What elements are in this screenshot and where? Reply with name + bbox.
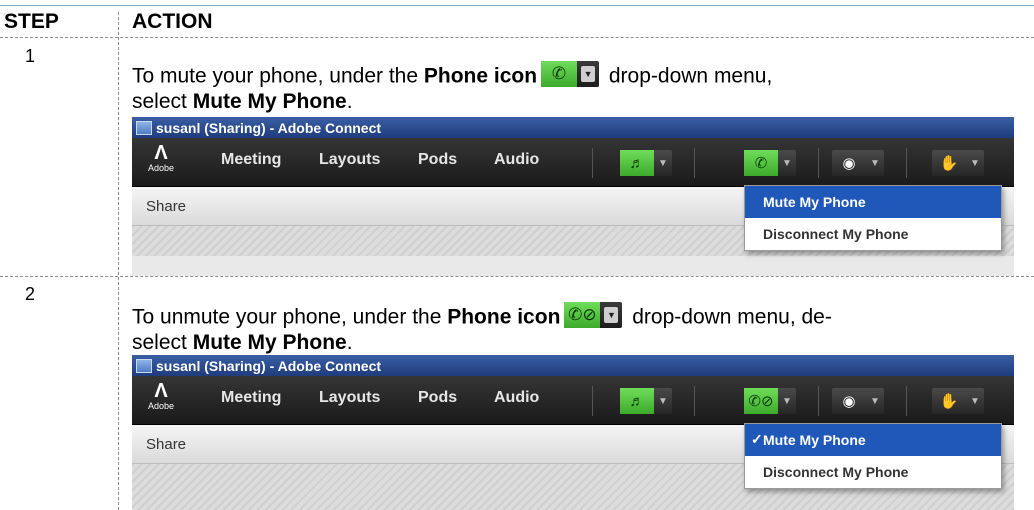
instruction-text: To mute your phone, under the bbox=[132, 64, 424, 88]
phone-icon: ✆ bbox=[541, 61, 578, 87]
instruction-bold: Phone icon bbox=[447, 305, 561, 329]
chevron-down-icon: ▼ bbox=[782, 395, 792, 407]
speaker-icon: ♬ bbox=[620, 388, 654, 414]
column-divider bbox=[118, 12, 119, 510]
menu-item-disconnect-my-phone[interactable]: Disconnect My Phone bbox=[745, 218, 1001, 250]
menu-separator bbox=[694, 386, 695, 416]
menu-pods[interactable]: Pods bbox=[418, 389, 457, 407]
share-label: Share bbox=[146, 197, 187, 215]
menu-separator bbox=[694, 148, 695, 178]
chevron-down-icon: ▼ bbox=[600, 302, 622, 328]
menu-audio[interactable]: Audio bbox=[494, 389, 539, 407]
raise-hand-button[interactable]: ✋ ▼ bbox=[932, 388, 984, 414]
camera-button[interactable]: ◉ ▼ bbox=[832, 150, 884, 176]
adobe-logo: Λ Adobe bbox=[147, 142, 175, 173]
phone-button-inline: ✆⊘ ▼ bbox=[564, 302, 623, 328]
app-icon bbox=[136, 358, 152, 373]
instruction-bold: Mute My Phone bbox=[192, 331, 347, 354]
instruction-bold: Phone icon bbox=[423, 64, 538, 88]
menu-audio[interactable]: Audio bbox=[494, 151, 539, 169]
chevron-down-icon: ▼ bbox=[970, 395, 980, 407]
instruction-text: drop-down menu, bbox=[603, 64, 773, 88]
phone-button[interactable]: ✆ ▼ bbox=[744, 150, 796, 176]
menu-separator bbox=[906, 148, 907, 178]
menu-bar: Λ Adobe Meeting Layouts Pods Audio ♬ ▼ ✆⊘ ▼… bbox=[132, 376, 1014, 425]
adobe-connect-window: susanl (Sharing) - Adobe Connect Λ Adobe … bbox=[132, 355, 1014, 510]
speaker-icon: ♬ bbox=[620, 150, 654, 176]
header-step: STEP bbox=[4, 10, 59, 33]
raise-hand-button[interactable]: ✋ ▼ bbox=[932, 150, 984, 176]
row-divider bbox=[0, 37, 1034, 38]
row-divider bbox=[0, 276, 1034, 277]
instruction-text: select bbox=[132, 331, 193, 354]
share-label: Share bbox=[146, 435, 187, 453]
menu-pods[interactable]: Pods bbox=[418, 151, 457, 169]
window-title-bar: susanl (Sharing) - Adobe Connect bbox=[132, 117, 1014, 138]
checkmark-icon: ✓ bbox=[751, 431, 763, 447]
chevron-down-icon: ▼ bbox=[658, 395, 668, 407]
menu-layouts[interactable]: Layouts bbox=[319, 389, 380, 407]
instruction-text: To unmute your phone, under the bbox=[132, 305, 448, 329]
phone-button[interactable]: ✆⊘ ▼ bbox=[744, 388, 796, 414]
step-number: 1 bbox=[25, 46, 36, 66]
instruction-text: drop-down menu, de- bbox=[626, 305, 832, 329]
speaker-button[interactable]: ♬ ▼ bbox=[620, 150, 672, 176]
camera-icon: ◉ bbox=[842, 155, 856, 172]
chevron-down-icon: ▼ bbox=[782, 157, 792, 169]
menu-item-mute-my-phone[interactable]: Mute My Phone bbox=[745, 186, 1001, 218]
phone-muted-icon: ✆⊘ bbox=[564, 302, 601, 328]
chevron-down-icon: ▼ bbox=[870, 395, 880, 407]
raise-hand-icon: ✋ bbox=[939, 393, 959, 410]
menu-separator bbox=[818, 386, 819, 416]
window-title: susanl (Sharing) - Adobe Connect bbox=[156, 119, 382, 136]
menu-meeting[interactable]: Meeting bbox=[221, 151, 281, 169]
header-action: ACTION bbox=[132, 10, 213, 33]
menu-item-disconnect-my-phone[interactable]: Disconnect My Phone bbox=[745, 456, 1001, 488]
phone-dropdown-menu: ✓ Mute My Phone Disconnect My Phone bbox=[744, 423, 1002, 489]
instruction-text: . bbox=[346, 90, 353, 113]
app-icon bbox=[136, 120, 152, 135]
menu-layouts[interactable]: Layouts bbox=[319, 151, 380, 169]
chevron-down-icon: ▼ bbox=[870, 157, 880, 169]
phone-dropdown-menu: Mute My Phone Disconnect My Phone bbox=[744, 185, 1002, 251]
camera-icon: ◉ bbox=[842, 393, 856, 410]
menu-separator bbox=[592, 148, 593, 178]
adobe-logo: Λ Adobe bbox=[147, 380, 175, 411]
phone-muted-icon: ✆⊘ bbox=[744, 388, 778, 414]
menu-separator bbox=[592, 386, 593, 416]
instruction-text: . bbox=[346, 331, 353, 354]
chevron-down-icon: ▼ bbox=[658, 157, 668, 169]
instruction-bold: Mute My Phone bbox=[192, 90, 347, 113]
phone-icon: ✆ bbox=[744, 150, 778, 176]
menu-separator bbox=[818, 148, 819, 178]
chevron-down-icon: ▼ bbox=[970, 157, 980, 169]
window-title: susanl (Sharing) - Adobe Connect bbox=[156, 357, 382, 374]
chevron-down-icon: ▼ bbox=[577, 61, 599, 87]
step-instruction: To unmute your phone, under the Phone ic… bbox=[132, 302, 1022, 355]
window-title-bar: susanl (Sharing) - Adobe Connect bbox=[132, 355, 1014, 376]
speaker-button[interactable]: ♬ ▼ bbox=[620, 388, 672, 414]
phone-button-inline: ✆ ▼ bbox=[541, 61, 600, 87]
raise-hand-icon: ✋ bbox=[939, 155, 959, 172]
camera-button[interactable]: ◉ ▼ bbox=[832, 388, 884, 414]
instruction-text: select bbox=[132, 90, 193, 113]
menu-bar: Λ Adobe Meeting Layouts Pods Audio ♬ ▼ ✆ ▼ … bbox=[132, 138, 1014, 187]
step-number: 2 bbox=[25, 284, 36, 304]
menu-item-mute-my-phone[interactable]: ✓ Mute My Phone bbox=[745, 424, 1001, 456]
adobe-connect-window: susanl (Sharing) - Adobe Connect Λ Adobe … bbox=[132, 117, 1014, 276]
step-instruction: To mute your phone, under the Phone icon… bbox=[132, 61, 1022, 114]
menu-separator bbox=[906, 386, 907, 416]
table-top-rule bbox=[0, 5, 1034, 6]
menu-meeting[interactable]: Meeting bbox=[221, 389, 281, 407]
